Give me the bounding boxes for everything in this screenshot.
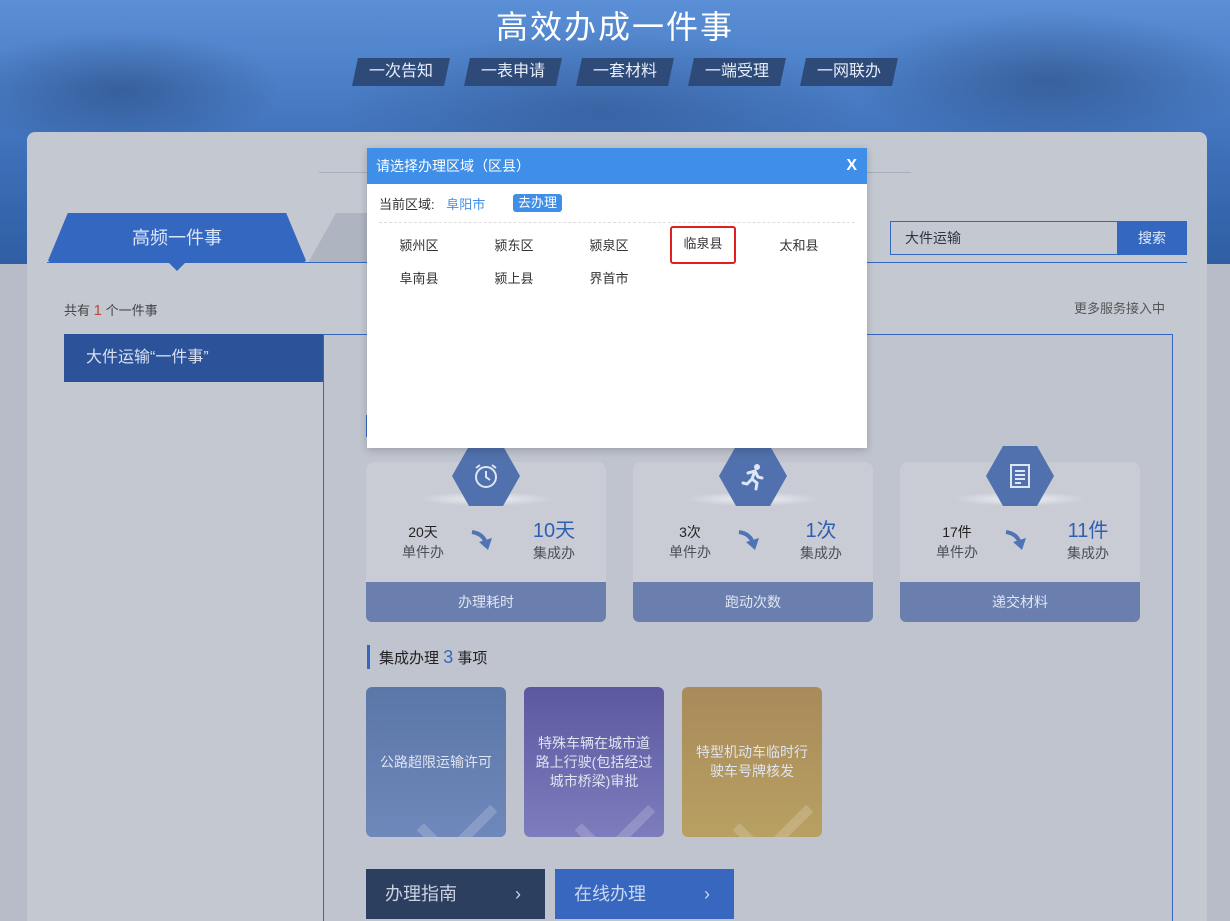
district-yingzhou[interactable]: 颍州区 <box>387 228 451 264</box>
arrow-down-right-icon <box>470 528 496 552</box>
item-tile-special-vehicle[interactable]: 特殊车辆在城市道路上行驶(包括经过城市桥梁)审批 <box>524 687 664 837</box>
before-value: 20天 <box>408 524 438 540</box>
go-handle-button[interactable]: 去办理 <box>513 194 563 212</box>
after-label: 集成办 <box>533 545 575 561</box>
banner-pills: 一次告知 一表申请 一套材料 一端受理 一网联办 <box>352 58 915 86</box>
pill-form: 一表申请 <box>464 58 562 86</box>
district-yingquan[interactable]: 颍泉区 <box>577 228 641 264</box>
district-funan[interactable]: 阜南县 <box>387 261 451 297</box>
pill-notice: 一次告知 <box>352 58 450 86</box>
item-tile-overlimit-permit[interactable]: 公路超限运输许可 <box>366 687 506 837</box>
before-label: 单件办 <box>402 544 444 560</box>
stat-footer: 递交材料 <box>900 582 1140 622</box>
current-city-link[interactable]: 阜阳市 <box>446 197 485 212</box>
tile-label: 特型机动车临时行驶车号牌核发 <box>696 744 808 779</box>
search-input[interactable]: 大件运输 <box>890 221 1118 255</box>
district-taihe[interactable]: 太和县 <box>767 228 831 264</box>
sidebar-item-bulk-transport[interactable]: 大件运输“一件事” <box>64 334 324 382</box>
modal-title: 请选择办理区域（区县） <box>376 158 530 174</box>
stat-card-time: 20天 单件办 10天 集成办 办理耗时 <box>366 446 606 622</box>
before-label: 单件办 <box>936 544 978 560</box>
pill-accept: 一端受理 <box>688 58 786 86</box>
result-count-number: 1 <box>93 302 102 319</box>
banner-title: 高效办成一件事 <box>495 9 734 45</box>
tile-label: 特殊车辆在城市道路上行驶(包括经过城市桥梁)审批 <box>535 734 653 789</box>
stat-footer: 办理耗时 <box>366 582 606 622</box>
pill-materials: 一套材料 <box>576 58 674 86</box>
item-tile-temp-plate[interactable]: 特型机动车临时行驶车号牌核发 <box>682 687 822 837</box>
before-value: 3次 <box>679 524 701 540</box>
integrated-count: 3 <box>443 647 454 667</box>
guide-button[interactable]: 办理指南 › <box>366 869 545 919</box>
result-count: 共有 1 个一件事 <box>64 302 158 319</box>
current-region: 当前区域: 阜阳市 <box>379 197 486 212</box>
tile-label: 公路超限运输许可 <box>380 753 492 770</box>
district-yingdong[interactable]: 颍东区 <box>482 228 546 264</box>
after-label: 集成办 <box>1067 545 1109 561</box>
after-value: 11件 <box>1067 520 1109 542</box>
modal-header: 请选择办理区域（区县） X <box>367 148 867 184</box>
more-services-text: 更多服务接入中 <box>1074 301 1166 316</box>
district-linquan[interactable]: 临泉县 <box>670 226 736 264</box>
arrow-down-right-icon <box>1004 528 1030 552</box>
checkmark-icon <box>732 780 814 837</box>
pill-network: 一网联办 <box>800 58 898 86</box>
chevron-right-icon: › <box>704 884 710 904</box>
before-label: 单件办 <box>669 544 711 560</box>
close-icon[interactable]: X <box>846 148 857 184</box>
search-button[interactable]: 搜索 <box>1117 221 1187 255</box>
integrated-section-title: 集成办理 3 事项 <box>367 645 487 669</box>
stat-footer: 跑动次数 <box>633 582 873 622</box>
district-jieshou[interactable]: 界首市 <box>577 261 641 297</box>
after-value: 10天 <box>532 520 576 542</box>
stat-card-visits: 3次 单件办 1次 集成办 跑动次数 <box>633 446 873 622</box>
before-value: 17件 <box>942 524 972 540</box>
region-select-modal: 请选择办理区域（区县） X 当前区域: 阜阳市 去办理 颍州区 颍东区 颍泉区 … <box>367 148 867 448</box>
chevron-right-icon: › <box>515 884 521 904</box>
checkmark-icon <box>416 780 498 837</box>
after-label: 集成办 <box>800 545 842 561</box>
tab-label: 高频一件事 <box>132 228 222 248</box>
tab-high-frequency[interactable]: 高频一件事 <box>47 213 307 271</box>
modal-divider <box>379 222 855 223</box>
stat-card-materials: 17件 单件办 11件 集成办 递交材料 <box>900 446 1140 622</box>
tab-pointer <box>169 263 185 271</box>
online-apply-button[interactable]: 在线办理 › <box>555 869 734 919</box>
district-yingshang[interactable]: 颍上县 <box>482 261 546 297</box>
after-value: 1次 <box>805 520 837 542</box>
arrow-down-right-icon <box>737 528 763 552</box>
